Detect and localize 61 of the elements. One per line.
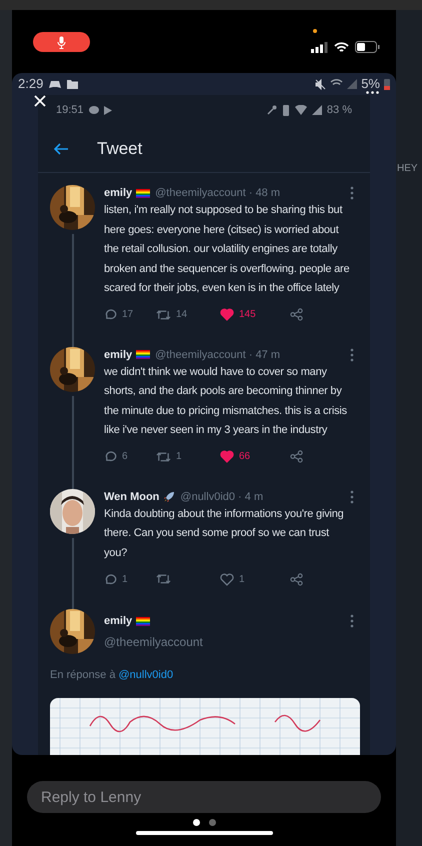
author-handle: @theemilyaccount: [104, 634, 204, 651]
rocket-icon: [163, 490, 176, 502]
handle-time: @theemilyaccount · 48 m: [155, 186, 280, 201]
wifi-icon: [334, 42, 349, 52]
reply-field[interactable]: Reply to Lenny: [27, 781, 381, 813]
author-name: emily: [104, 186, 132, 201]
wifi-icon: [294, 105, 307, 115]
author-name: Wen Moon: [104, 490, 160, 504]
signal-icon: [347, 79, 358, 89]
more-icon[interactable]: [366, 91, 379, 94]
like-count: 1: [239, 572, 245, 586]
share-icon[interactable]: [290, 308, 303, 321]
reply-context: En réponse à @nullv0id0: [49, 668, 174, 683]
mute-icon: [315, 78, 326, 90]
battery-percent: 83 %: [326, 102, 352, 118]
author-name: emily: [104, 348, 132, 362]
mention-link[interactable]: @nullv0id0: [118, 669, 174, 681]
reply-count: 17: [122, 308, 134, 322]
battery-percent: 5%: [361, 77, 380, 91]
key-icon: [266, 105, 277, 115]
retweet-icon[interactable]: [156, 573, 171, 585]
background-text: HEY: [396, 163, 418, 174]
reply-count: 6: [122, 450, 128, 464]
reply-icon[interactable]: [104, 572, 117, 586]
author-name: emily: [104, 614, 132, 629]
folder-icon: [67, 80, 78, 88]
tweet-text: listen, i'm really not supposed to be sharing this but here goes: everyone here (citsec) is worried about the retail collusion. our volatility engines are totally broken and the sequencer is overflowing. people are scared for their jobs, even ken is in the office lately: [104, 203, 350, 296]
play-icon: [104, 106, 112, 114]
status-time: 19:51: [56, 102, 84, 118]
tweet-text: Kinda doubting about the informations you're giving there. Can you send some proof so we can trust you?: [104, 506, 345, 560]
rainbow-flag-icon: [136, 188, 150, 198]
reply-count: 1: [122, 572, 128, 586]
back-arrow-icon[interactable]: [54, 142, 69, 154]
chat-bubble-icon: [88, 106, 99, 114]
vibrate-icon: [282, 104, 290, 116]
rainbow-flag-icon: [136, 616, 150, 626]
like-count: 66: [239, 450, 250, 464]
reply-icon[interactable]: [104, 308, 117, 321]
share-icon[interactable]: [290, 572, 303, 586]
signal-icon: [312, 105, 322, 115]
rainbow-flag-icon: [136, 350, 150, 359]
like-count: 145: [239, 308, 256, 322]
retweet-icon[interactable]: [156, 450, 171, 462]
share-icon[interactable]: [290, 450, 303, 463]
retweet-count: 14: [176, 308, 188, 322]
signal-icon: [311, 42, 328, 52]
page-title: Tweet: [97, 138, 142, 160]
heart-icon[interactable]: [220, 572, 234, 586]
heart-icon[interactable]: [220, 450, 234, 463]
battery-icon: [384, 78, 390, 90]
retweet-icon[interactable]: [156, 308, 171, 320]
tweet-text: we didn't think we would have to cover so many shorts, and the dark pools are becoming thinner by the minute due to pricing mismatches. this is a crisis like i've never seen in my 3 years in the industry: [104, 364, 348, 438]
battery-icon: [355, 41, 380, 53]
close-icon[interactable]: [34, 95, 46, 107]
microphone-icon: [57, 36, 66, 48]
handle-time: @nullv0id0 · 4 m: [180, 490, 264, 504]
handle-time: @theemilyaccount · 47 m: [155, 348, 280, 362]
status-time: 2:29: [18, 75, 44, 94]
retweet-count: 1: [176, 450, 182, 464]
heart-icon[interactable]: [220, 308, 234, 321]
reply-icon[interactable]: [104, 450, 117, 463]
